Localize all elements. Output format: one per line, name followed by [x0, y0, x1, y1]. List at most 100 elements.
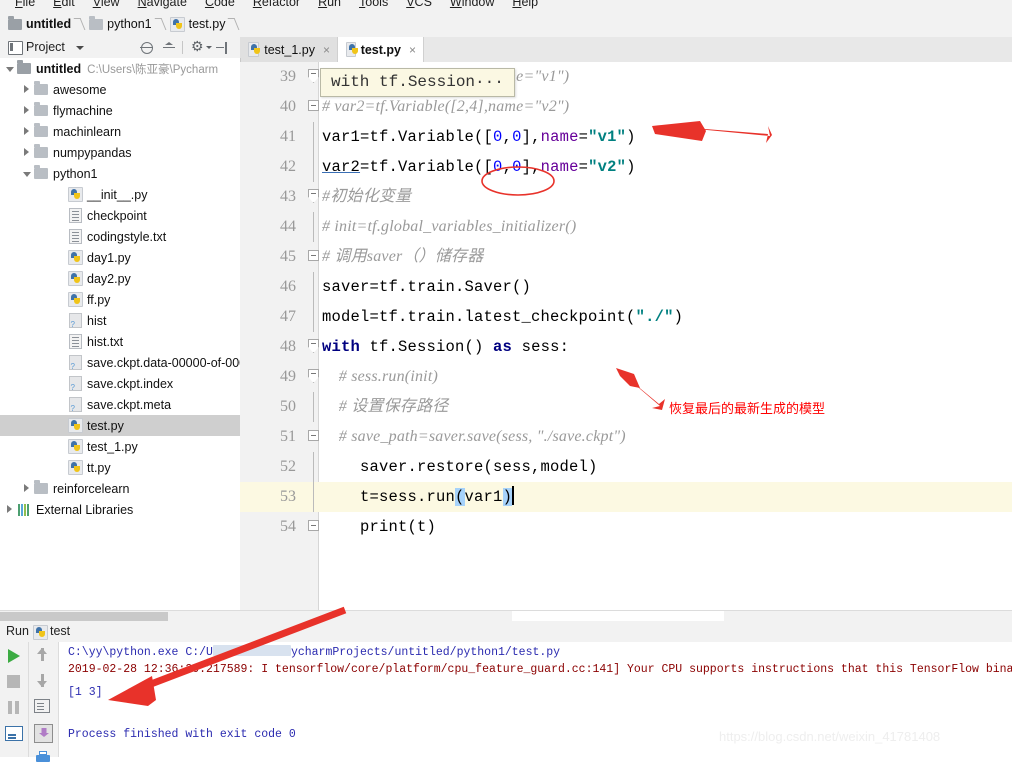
- disclosure-triangle-icon[interactable]: [4, 499, 16, 520]
- code-line-42[interactable]: 42 var2=tf.Variable([0,0],name="v2"): [240, 152, 1012, 182]
- menu-item-vcs[interactable]: VCS: [397, 0, 441, 10]
- run-icon[interactable]: [5, 647, 23, 665]
- code-line-50[interactable]: 50 # 设置保存路径: [240, 392, 1012, 422]
- tree-node-checkpoint[interactable]: checkpoint: [0, 205, 240, 226]
- tree-node-test-py[interactable]: test.py: [0, 415, 240, 436]
- menu-item-file[interactable]: File: [6, 0, 44, 10]
- code-line-52[interactable]: 52 saver.restore(sess,model): [240, 452, 1012, 482]
- tree-node-flymachine[interactable]: flymachine: [0, 100, 240, 121]
- close-icon[interactable]: ×: [409, 44, 416, 56]
- close-icon[interactable]: ×: [323, 44, 330, 56]
- fold-gutter[interactable]: [306, 302, 320, 332]
- fold-gutter[interactable]: [306, 512, 320, 542]
- menu-item-edit[interactable]: Edit: [44, 0, 84, 10]
- tree-node-python1[interactable]: python1: [0, 163, 240, 184]
- breadcrumb-item-test-py[interactable]: test.py: [169, 15, 225, 33]
- fold-box-icon[interactable]: [308, 100, 319, 111]
- menu-item-view[interactable]: View: [84, 0, 129, 10]
- fold-gutter[interactable]: [306, 182, 320, 212]
- code-line-45[interactable]: 45 # 调用saver（）储存器: [240, 242, 1012, 272]
- collapse-all-icon[interactable]: [162, 41, 176, 55]
- menu-item-navigate[interactable]: Navigate: [129, 0, 196, 10]
- tree-node-untitled[interactable]: untitled C:\Users\陈亚豪\Pycharm: [0, 58, 240, 79]
- menu-item-tools[interactable]: Tools: [350, 0, 397, 10]
- fold-triangle-icon[interactable]: [308, 69, 319, 83]
- scroll-down-icon[interactable]: [34, 673, 52, 691]
- code-line-51[interactable]: 51 # save_path=saver.save(sess, "./save.…: [240, 422, 1012, 452]
- code-editor[interactable]: 39# var1=tf.Variable([1,3],name="v1")40#…: [240, 62, 1012, 610]
- stop-icon[interactable]: [5, 673, 23, 691]
- fold-gutter[interactable]: [306, 452, 320, 482]
- code-line-49[interactable]: 49 # sess.run(init): [240, 362, 1012, 392]
- tree-node-day1-py[interactable]: day1.py: [0, 247, 240, 268]
- tree-node-tt-py[interactable]: tt.py: [0, 457, 240, 478]
- disclosure-triangle-icon[interactable]: [21, 121, 33, 142]
- menu-item-help[interactable]: Help: [503, 0, 547, 10]
- code-line-47[interactable]: 47 model=tf.train.latest_checkpoint("./"): [240, 302, 1012, 332]
- disclosure-triangle-icon[interactable]: [21, 142, 33, 163]
- fold-box-icon[interactable]: [308, 430, 319, 441]
- fold-gutter[interactable]: [306, 212, 320, 242]
- pause-icon[interactable]: [5, 699, 23, 717]
- tree-node-save-ckpt-meta[interactable]: save.ckpt.meta: [0, 394, 240, 415]
- chevron-down-icon[interactable]: [76, 46, 84, 50]
- code-line-46[interactable]: 46 saver=tf.train.Saver(): [240, 272, 1012, 302]
- fold-gutter[interactable]: [306, 332, 320, 362]
- code-line-48[interactable]: 48 with tf.Session() as sess:: [240, 332, 1012, 362]
- tree-node-hist-txt[interactable]: hist.txt: [0, 331, 240, 352]
- disclosure-triangle-icon[interactable]: [4, 58, 16, 79]
- locate-icon[interactable]: [140, 41, 154, 55]
- disclosure-triangle-icon[interactable]: [21, 79, 33, 100]
- tree-node-test-1-py[interactable]: test_1.py: [0, 436, 240, 457]
- tree-node-hist[interactable]: hist: [0, 310, 240, 331]
- code-line-41[interactable]: 41 var1=tf.Variable([0,0],name="v1"): [240, 122, 1012, 152]
- console-icon[interactable]: [5, 726, 23, 741]
- tree-node---init---py[interactable]: __init__.py: [0, 184, 240, 205]
- tree-node-save-ckpt-index[interactable]: save.ckpt.index: [0, 373, 240, 394]
- tree-node-machinlearn[interactable]: machinlearn: [0, 121, 240, 142]
- breadcrumb-item-python1[interactable]: python1: [89, 15, 152, 33]
- disclosure-triangle-icon[interactable]: [21, 100, 33, 121]
- tab-test-py[interactable]: test.py ×: [338, 37, 424, 62]
- fold-gutter[interactable]: [306, 122, 320, 152]
- fold-gutter[interactable]: [306, 362, 320, 392]
- fold-triangle-icon[interactable]: [308, 189, 319, 203]
- print-icon[interactable]: [34, 750, 52, 768]
- tree-node-reinforcelearn[interactable]: reinforcelearn: [0, 478, 240, 499]
- code-line-53[interactable]: 53 t=sess.run(var1): [240, 482, 1012, 512]
- tree-node-external-libraries[interactable]: External Libraries: [0, 499, 240, 520]
- fold-gutter[interactable]: [306, 242, 320, 272]
- menu-item-refactor[interactable]: Refactor: [244, 0, 309, 10]
- code-line-54[interactable]: 54 print(t): [240, 512, 1012, 542]
- fold-triangle-icon[interactable]: [308, 339, 319, 353]
- tree-node-ff-py[interactable]: ff.py: [0, 289, 240, 310]
- fold-gutter[interactable]: [306, 152, 320, 182]
- code-line-43[interactable]: 43 #初始化变量: [240, 182, 1012, 212]
- chevron-down-icon[interactable]: [206, 46, 212, 49]
- disclosure-triangle-icon[interactable]: [21, 478, 33, 499]
- project-tree[interactable]: untitled C:\Users\陈亚豪\Pycharm awesome flyma…: [0, 58, 241, 610]
- breadcrumb-item-untitled[interactable]: untitled: [8, 15, 71, 33]
- fold-gutter[interactable]: [306, 482, 320, 512]
- fold-gutter[interactable]: [306, 62, 320, 92]
- tab-test_1-py[interactable]: test_1.py ×: [240, 37, 338, 62]
- code-line-44[interactable]: 44 # init=tf.global_variables_initializer…: [240, 212, 1012, 242]
- fold-gutter[interactable]: [306, 422, 320, 452]
- tree-node-awesome[interactable]: awesome: [0, 79, 240, 100]
- tree-node-day2-py[interactable]: day2.py: [0, 268, 240, 289]
- tree-node-numpypandas[interactable]: numpypandas: [0, 142, 240, 163]
- fold-gutter[interactable]: [306, 272, 320, 302]
- soft-wrap-icon[interactable]: [34, 699, 50, 713]
- fold-triangle-icon[interactable]: [308, 369, 319, 383]
- scrollbar-thumb[interactable]: [0, 612, 168, 621]
- menu-item-code[interactable]: Code: [196, 0, 244, 10]
- scroll-to-end-icon[interactable]: [34, 724, 53, 743]
- scrollbar-track-segment[interactable]: [512, 611, 724, 621]
- fold-gutter[interactable]: [306, 392, 320, 422]
- settings-icon[interactable]: [191, 38, 206, 55]
- fold-box-icon[interactable]: [308, 520, 319, 531]
- disclosure-triangle-icon[interactable]: [21, 163, 33, 184]
- fold-gutter[interactable]: [306, 92, 320, 122]
- menu-item-window[interactable]: Window: [441, 0, 503, 10]
- tree-node-save-ckpt-data-00000-of-000[interactable]: save.ckpt.data-00000-of-000: [0, 352, 240, 373]
